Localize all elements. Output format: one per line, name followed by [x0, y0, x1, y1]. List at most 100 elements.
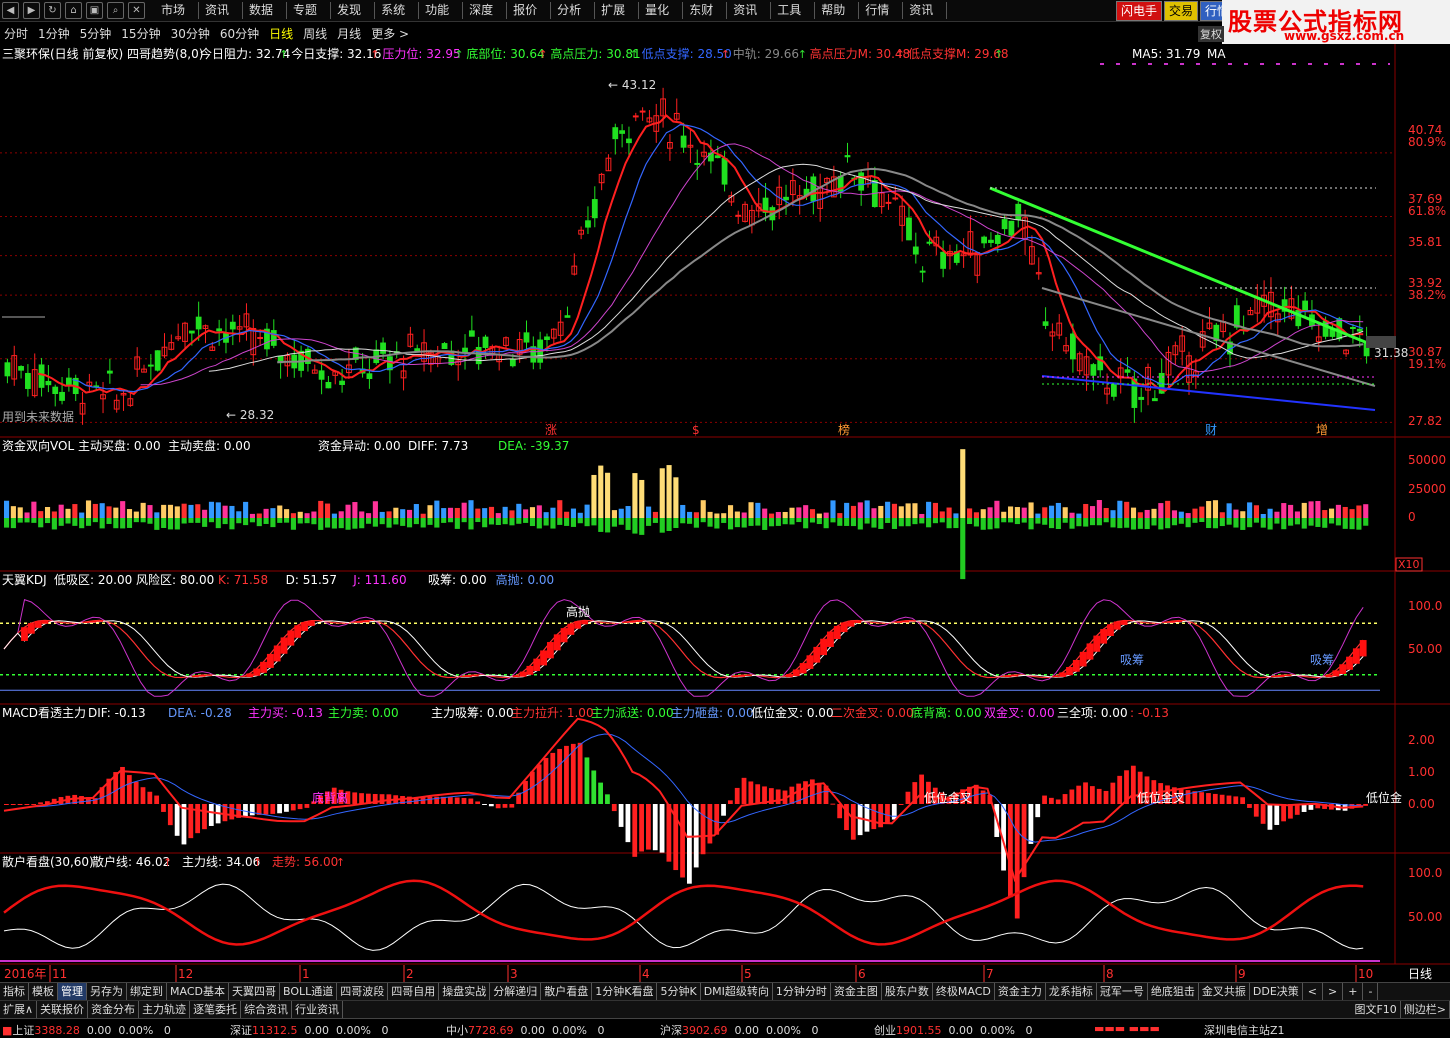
vol-down-bar-98 [673, 518, 679, 528]
fq-button[interactable]: 复权 [1198, 26, 1224, 42]
menu-item-16[interactable]: 行情 [859, 2, 904, 19]
indicator-tab-6[interactable]: 天翼四哥 [229, 983, 280, 1000]
ext-right-tab-0[interactable]: 图文F10 [1351, 1001, 1401, 1018]
menu-item-4[interactable]: 发现 [331, 2, 376, 19]
vol-down-bar-96 [659, 518, 665, 533]
indicator-tab-13[interactable]: 1分钟K看盘 [592, 983, 658, 1000]
indicator-tab-22[interactable]: 冠军一号 [1097, 983, 1148, 1000]
indicator-tab-24[interactable]: 金叉共振 [1199, 983, 1250, 1000]
flash-tab-1[interactable]: 交易 [1164, 1, 1199, 21]
menu-item-7[interactable]: 深度 [463, 2, 508, 19]
kdj-tick-1: 50.00 [1408, 642, 1442, 656]
vol-up-bar-132 [905, 503, 911, 518]
indicator-tab-10[interactable]: 操盘实战 [439, 983, 491, 1000]
indicator-nav-2[interactable]: + [1343, 983, 1364, 1000]
home-icon[interactable]: ⌂ [65, 2, 82, 19]
period-tab-4[interactable]: 30分钟 [171, 25, 210, 42]
vol-down-bar-10 [72, 518, 78, 526]
indicator-tab-15[interactable]: DMI超级转向 [701, 983, 773, 1000]
search-icon[interactable]: ⌕ [107, 2, 124, 19]
menu-item-12[interactable]: 东财 [683, 2, 728, 19]
menu-item-9[interactable]: 分析 [551, 2, 596, 19]
indicator-tab-1[interactable]: 模板 [29, 983, 58, 1000]
vol-down-bar-171 [1171, 518, 1178, 526]
print-icon[interactable]: ▣ [86, 2, 103, 19]
flash-tab-0[interactable]: 闪电手 [1116, 1, 1163, 21]
candle-body-159 [1090, 364, 1097, 376]
indicator-nav-1[interactable]: > [1323, 983, 1344, 1000]
menu-item-5[interactable]: 系统 [375, 2, 420, 19]
indicator-tab-7[interactable]: BOLL通道 [280, 983, 338, 1000]
period-tab-7[interactable]: 周线 [303, 25, 327, 42]
forward-icon[interactable]: ▶ [23, 2, 40, 19]
vol-up-bar-169 [1158, 503, 1164, 518]
status-sz[interactable]: 深证11312.5 0.00 0.00% 0 [230, 1022, 388, 1038]
ext-tab-5[interactable]: 综合资讯 [241, 1001, 293, 1018]
indicator-nav-0[interactable]: < [1303, 983, 1324, 1000]
indicator-tab-21[interactable]: 龙系指标 [1046, 983, 1097, 1000]
menu-item-14[interactable]: 工具 [771, 2, 816, 19]
close-icon[interactable]: ✕ [128, 2, 145, 19]
vol-down-bar-179 [1226, 518, 1232, 525]
status-hs[interactable]: 沪深3902.69 0.00 0.00% 0 [660, 1022, 818, 1038]
indicator-tab-12[interactable]: 散户看盘 [541, 983, 593, 1000]
indicator-tab-5[interactable]: MACD基本 [167, 983, 229, 1000]
ext-right-tab-1[interactable]: 侧边栏> [1401, 1001, 1450, 1018]
menu-item-1[interactable]: 资讯 [199, 2, 244, 19]
indicator-tab-11[interactable]: 分解递归 [490, 983, 542, 1000]
ext-tab-1[interactable]: 关联报价 [37, 1001, 89, 1018]
server-name[interactable]: 深圳电信主站Z1 [1204, 1022, 1285, 1038]
indicator-tab-2[interactable]: 管理 [58, 983, 87, 1000]
menu-item-13[interactable]: 资讯 [727, 2, 772, 19]
menu-item-0[interactable]: 市场 [155, 2, 200, 19]
indicator-tab-3[interactable]: 另存为 [87, 983, 127, 1000]
menu-item-10[interactable]: 扩展 [595, 2, 640, 19]
period-tab-9[interactable]: 更多 > [371, 25, 409, 42]
menu-item-3[interactable]: 专题 [287, 2, 332, 19]
period-tab-5[interactable]: 60分钟 [220, 25, 259, 42]
ext-tab-4[interactable]: 逐笔委托 [190, 1001, 242, 1018]
status-sh[interactable]: ■上证3388.28 0.00 0.00% 0 [2, 1022, 171, 1038]
indicator-tab-14[interactable]: 5分钟K [657, 983, 701, 1000]
indicator-tab-19[interactable]: 终极MACD [933, 983, 995, 1000]
period-tab-1[interactable]: 1分钟 [38, 25, 70, 42]
indicator-tab-25[interactable]: DDE决策 [1250, 983, 1303, 1000]
macd-bar-177 [1212, 793, 1218, 804]
indicator-tab-0[interactable]: 指标 [0, 983, 29, 1000]
vol-up-bar-1 [10, 506, 16, 518]
vol-up-bar-149 [1021, 507, 1027, 518]
period-tab-8[interactable]: 月线 [337, 25, 361, 42]
menu-item-17[interactable]: 资讯 [903, 2, 948, 19]
menu-item-15[interactable]: 帮助 [815, 2, 860, 19]
vol-up-bar-159 [1089, 506, 1096, 518]
back-icon[interactable]: ◀ [2, 2, 19, 19]
status-cy[interactable]: 创业1901.55 0.00 0.00% 0 [874, 1022, 1032, 1038]
period-tab-2[interactable]: 5分钟 [80, 25, 112, 42]
macd-tick-2: 0.00 [1408, 797, 1435, 811]
period-tab-6[interactable]: 日线 [269, 25, 293, 42]
indicator-tab-17[interactable]: 资金主图 [831, 983, 882, 1000]
indicator-tab-4[interactable]: 绑定到 [127, 983, 167, 1000]
ext-tab-3[interactable]: 主力轨迹 [139, 1001, 191, 1018]
macd-legend-12: 三全项: 0.00 [1057, 705, 1128, 720]
menu-item-2[interactable]: 数据 [243, 2, 288, 19]
timeline-month-9: 8 [1106, 967, 1114, 981]
indicator-tab-9[interactable]: 四哥自用 [388, 983, 440, 1000]
refresh-icon[interactable]: ↻ [44, 2, 61, 19]
ext-tab-0[interactable]: 扩展∧ [0, 1001, 38, 1018]
indicator-tab-16[interactable]: 1分钟分时 [773, 983, 831, 1000]
menu-item-11[interactable]: 量化 [639, 2, 684, 19]
indicator-tab-20[interactable]: 资金主力 [995, 983, 1046, 1000]
period-tab-0[interactable]: 分时 [4, 25, 28, 42]
indicator-tab-18[interactable]: 股东户数 [882, 983, 933, 1000]
indicator-tab-8[interactable]: 四哥波段 [337, 983, 389, 1000]
indicator-tab-23[interactable]: 绝底狙击 [1148, 983, 1199, 1000]
period-tab-3[interactable]: 15分钟 [121, 25, 160, 42]
menu-item-6[interactable]: 功能 [419, 2, 464, 19]
status-zx[interactable]: 中小7728.69 0.00 0.00% 0 [446, 1022, 604, 1038]
menu-item-8[interactable]: 报价 [507, 2, 552, 19]
ext-tab-2[interactable]: 资金分布 [88, 1001, 140, 1018]
macd-bar-28 [195, 804, 201, 834]
ext-tab-6[interactable]: 行业资讯 [292, 1001, 344, 1018]
indicator-nav-3[interactable]: - [1363, 983, 1379, 1000]
